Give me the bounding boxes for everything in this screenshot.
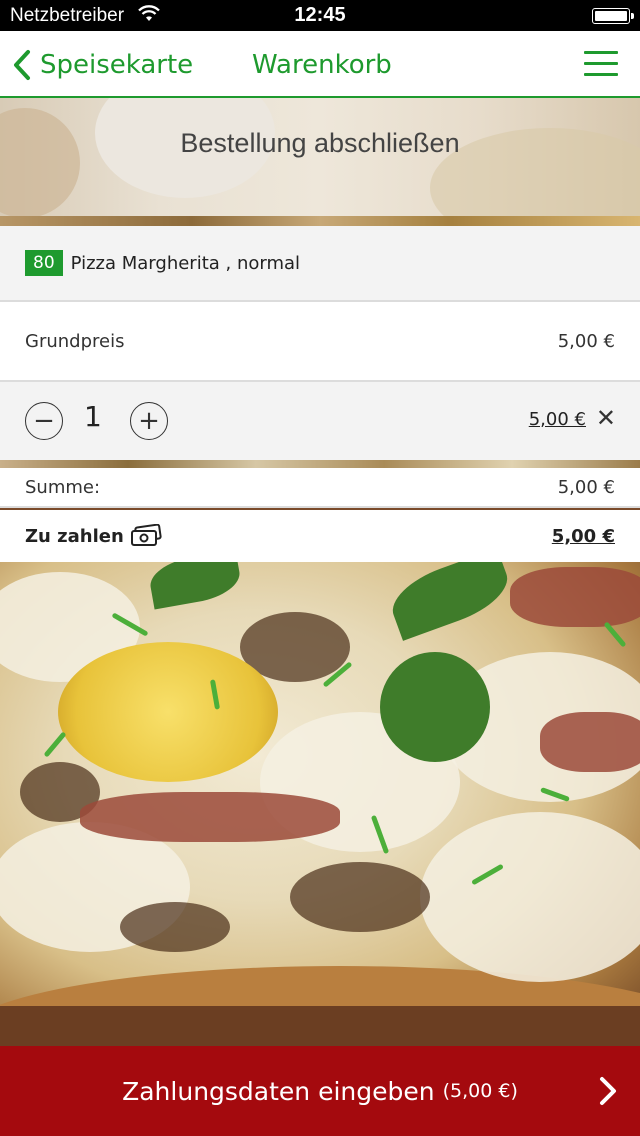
header-banner: Bestellung abschließen [0, 98, 640, 226]
banner-title: Bestellung abschließen [180, 128, 460, 158]
enter-payment-amount: (5,00 €) [442, 1080, 518, 1102]
base-price-row: Grundpreis 5,00 € [0, 302, 640, 382]
to-pay-row: Zu zahlen 5,00 € [0, 510, 640, 562]
enter-payment-label: Zahlungsdaten eingeben [122, 1076, 435, 1106]
to-pay-label: Zu zahlen [25, 525, 124, 547]
base-price-value: 5,00 € [557, 330, 615, 352]
chevron-left-icon [14, 49, 30, 80]
quantity-row: − 1 + 5,00 € ✕ [0, 382, 640, 460]
money-icon [130, 524, 162, 546]
base-price-label: Grundpreis [25, 330, 125, 352]
chevron-right-icon [600, 1077, 616, 1105]
cart-item: 80 Pizza Margherita , normal [0, 226, 640, 302]
status-bar: Netzbetreiber 12:45 [0, 0, 640, 31]
enter-payment-button[interactable]: Zahlungsdaten eingeben (5,00 €) [0, 1046, 640, 1136]
remove-item-icon[interactable]: ✕ [596, 404, 616, 432]
food-image-strip [0, 460, 640, 468]
to-pay-value: 5,00 € [551, 525, 615, 547]
decrease-quantity-button[interactable]: − [25, 402, 63, 440]
sum-row: Summe: 5,00 € [0, 468, 640, 508]
sum-label: Summe: [25, 476, 101, 498]
hamburger-menu-icon[interactable] [584, 51, 618, 77]
quantity-value: 1 [84, 400, 102, 433]
pizza-photo [0, 562, 640, 1046]
back-button[interactable]: Speisekarte [10, 31, 193, 98]
item-name: Pizza Margherita , normal [70, 252, 301, 274]
increase-quantity-button[interactable]: + [130, 402, 168, 440]
page-title: Warenkorb [252, 49, 392, 80]
item-number-badge: 80 [25, 250, 63, 276]
nav-bar: Speisekarte Warenkorb [0, 31, 640, 98]
sum-value: 5,00 € [557, 476, 615, 498]
back-button-label: Speisekarte [40, 49, 194, 80]
line-total[interactable]: 5,00 € [529, 409, 586, 430]
status-time: 12:45 [294, 4, 346, 26]
battery-icon [592, 8, 634, 24]
